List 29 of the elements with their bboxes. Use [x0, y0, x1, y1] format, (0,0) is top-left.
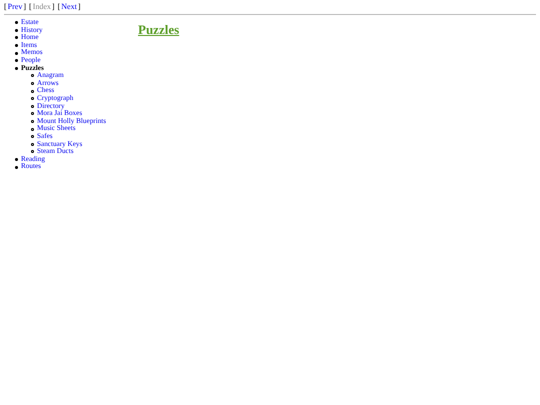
bullet-icon	[31, 97, 34, 100]
bullet-icon	[15, 59, 18, 62]
bullet-icon	[31, 82, 34, 86]
bullet-icon	[31, 120, 34, 124]
bracket: ]	[78, 2, 80, 11]
bullet-icon	[15, 166, 18, 169]
bullet-icon	[15, 158, 18, 161]
bullet-icon	[31, 150, 34, 154]
bullet-icon	[31, 135, 34, 138]
nav-link[interactable]: Next	[61, 2, 77, 11]
bracket: [	[4, 2, 7, 11]
bullet-icon	[15, 66, 18, 70]
nav-link[interactable]: Prev	[8, 2, 22, 11]
bullet-icon	[15, 52, 18, 55]
bullet-icon	[31, 112, 34, 116]
bullet-icon	[15, 44, 18, 48]
bracket: ]	[52, 2, 55, 11]
bracket: [	[58, 2, 60, 11]
bullet-icon	[31, 128, 34, 131]
page-heading: Puzzles	[138, 22, 180, 39]
bullet-icon	[31, 142, 34, 146]
bullet-icon	[31, 90, 34, 93]
bracket: [	[29, 2, 32, 11]
bullet-icon	[15, 36, 18, 40]
bullet-icon	[15, 21, 18, 24]
bracket: ]	[23, 2, 26, 11]
bullet-icon	[15, 28, 18, 32]
bullet-icon	[31, 74, 34, 78]
bullet-icon	[31, 104, 34, 108]
